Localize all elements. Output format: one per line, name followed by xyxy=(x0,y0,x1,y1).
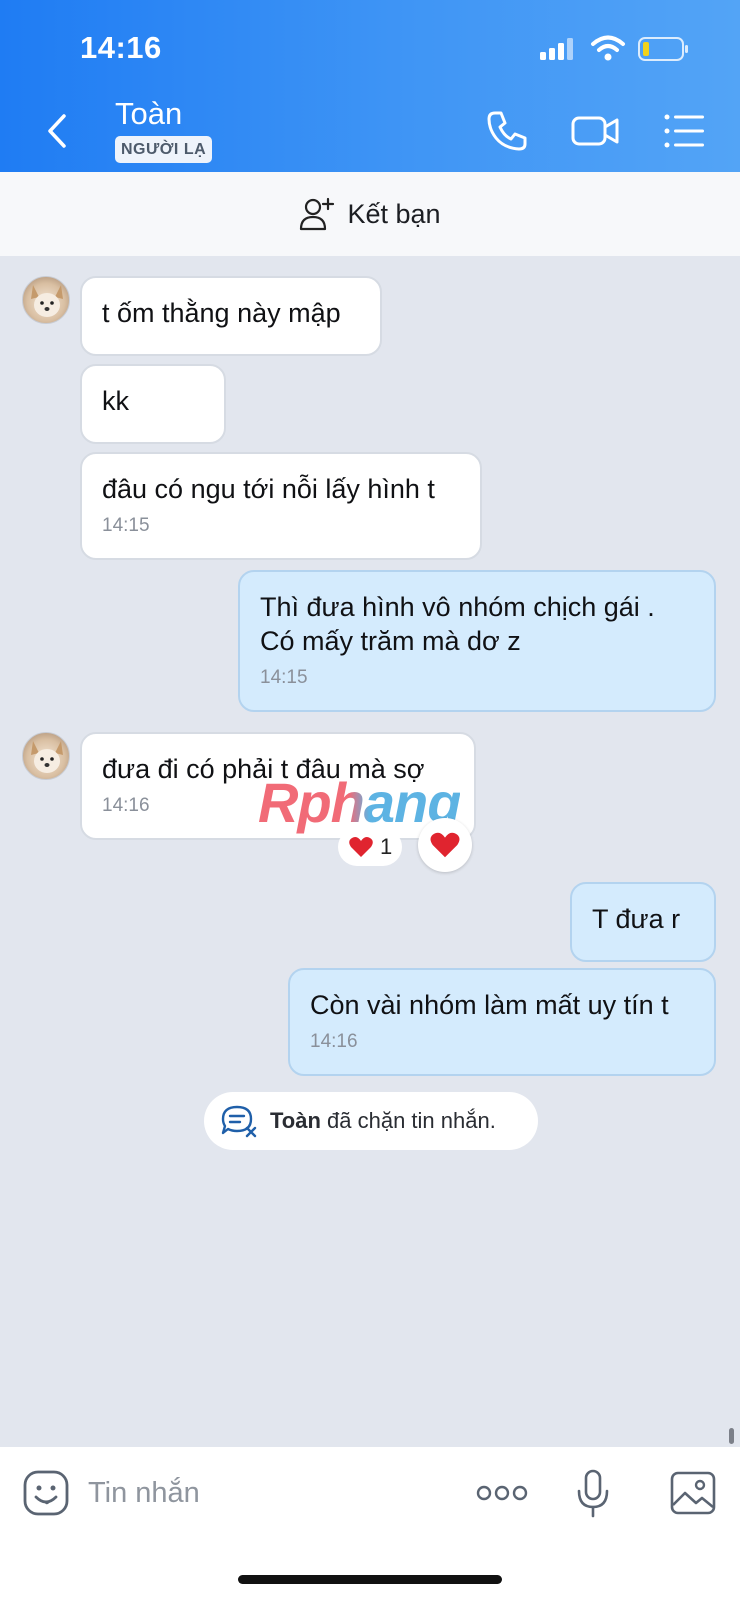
blocked-message-icon xyxy=(221,1105,257,1138)
scrollbar[interactable] xyxy=(729,1428,734,1444)
emoji-icon[interactable] xyxy=(22,1469,70,1517)
message-bubble[interactable]: đâu có ngu tới nỗi lấy hình t 14:15 xyxy=(80,452,482,560)
chat-header: 14:16 Toàn NGƯỜI LẠ xyxy=(0,0,740,172)
stranger-badge: NGƯỜI LẠ xyxy=(115,136,213,163)
message-text: đâu có ngu tới nỗi lấy hình t xyxy=(102,474,435,504)
cellular-signal-icon xyxy=(540,38,573,60)
more-icon[interactable] xyxy=(476,1483,528,1503)
heart-icon xyxy=(430,832,460,858)
message-text: kk xyxy=(102,386,129,416)
message-bubble-sent[interactable]: T đưa r xyxy=(570,882,716,962)
dog-avatar-icon xyxy=(31,285,63,317)
back-icon[interactable] xyxy=(38,108,78,154)
message-text: t ốm thằng này mập xyxy=(102,298,341,328)
message-bubble[interactable]: t ốm thằng này mập xyxy=(80,276,382,356)
contact-name[interactable]: Toàn xyxy=(115,96,182,132)
message-text-line: Thì đưa hình vô nhóm chịch gái . xyxy=(260,592,655,622)
message-time: 14:15 xyxy=(260,667,308,688)
dog-avatar-icon xyxy=(31,741,63,773)
menu-list-icon[interactable] xyxy=(662,108,708,154)
blocked-message: đã chặn tin nhắn. xyxy=(320,1108,496,1133)
message-bubble-sent[interactable]: Thì đưa hình vô nhóm chịch gái . Có mấy … xyxy=(238,570,716,712)
blocked-user-name: Toàn xyxy=(270,1108,321,1133)
status-time: 14:16 xyxy=(80,30,162,65)
reaction-summary[interactable]: 1 xyxy=(338,828,403,866)
add-friend-button[interactable]: Kết bạn xyxy=(0,172,740,256)
mic-icon[interactable] xyxy=(576,1469,610,1519)
phone-icon[interactable] xyxy=(484,108,530,154)
wifi-icon xyxy=(591,35,625,61)
reaction-count: 1 xyxy=(380,834,393,859)
message-bubble[interactable]: kk xyxy=(80,364,226,444)
battery-icon xyxy=(638,37,688,61)
add-friend-label: Kết bạn xyxy=(347,198,441,229)
add-friend-icon xyxy=(300,197,335,231)
message-input[interactable] xyxy=(88,1467,448,1519)
message-text-line: Có mấy trăm mà dơ z xyxy=(260,626,521,656)
composer-bar xyxy=(0,1447,740,1600)
message-text: T đưa r xyxy=(592,904,681,934)
message-bubble-sent[interactable]: Còn vài nhóm làm mất uy tín t 14:16 xyxy=(288,968,716,1076)
photo-icon[interactable] xyxy=(670,1471,716,1515)
home-indicator xyxy=(238,1575,502,1584)
contact-avatar[interactable] xyxy=(22,732,70,780)
blocked-text: Toàn đã chặn tin nhắn. xyxy=(270,1108,496,1134)
contact-avatar[interactable] xyxy=(22,276,70,324)
message-time: 14:16 xyxy=(310,1031,358,1052)
video-call-icon[interactable] xyxy=(570,108,620,154)
heart-icon xyxy=(349,837,373,857)
message-text: Còn vài nhóm làm mất uy tín t xyxy=(310,990,669,1020)
message-time: 14:15 xyxy=(102,515,150,536)
blocked-notice: Toàn đã chặn tin nhắn. xyxy=(204,1092,538,1150)
react-heart-button[interactable] xyxy=(418,818,472,872)
